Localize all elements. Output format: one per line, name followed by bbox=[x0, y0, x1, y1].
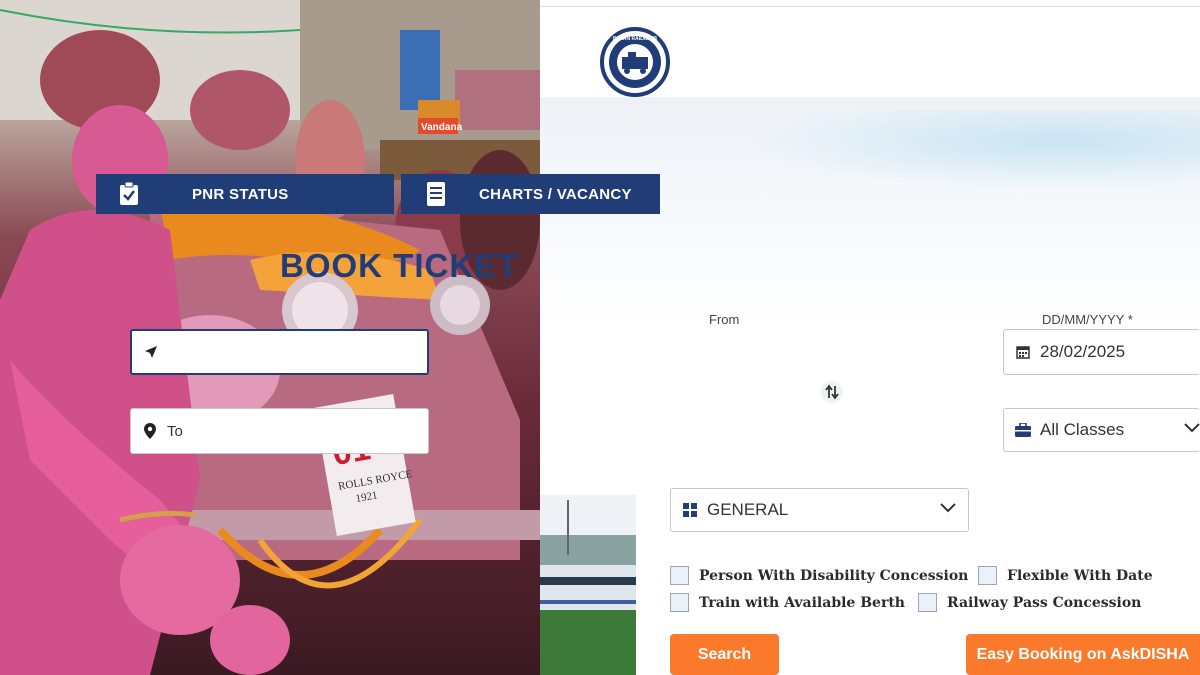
checkbox-label: Train with Available Berth bbox=[699, 594, 905, 611]
swap-stations-button[interactable] bbox=[821, 381, 843, 403]
checkbox-flexible-date[interactable]: Flexible With Date bbox=[978, 566, 1153, 585]
from-station-input[interactable] bbox=[130, 329, 429, 375]
checkbox-label: Railway Pass Concession bbox=[947, 594, 1142, 611]
to-placeholder: To bbox=[167, 422, 183, 440]
grid-icon bbox=[681, 501, 699, 519]
briefcase-icon bbox=[1014, 421, 1032, 439]
tab-charts-vacancy[interactable]: CHARTS / VACANCY bbox=[401, 174, 660, 214]
map-marker-icon bbox=[141, 422, 159, 440]
clipboard-check-icon bbox=[116, 181, 142, 207]
screenshot: 01 ROLLS ROYCE 1921 Vandana bbox=[0, 0, 1200, 675]
tab-pnr-label: PNR STATUS bbox=[192, 185, 289, 203]
checkbox-box[interactable] bbox=[918, 593, 937, 612]
shop-sign: Vandana bbox=[421, 122, 463, 133]
sky-background bbox=[740, 110, 1200, 190]
train-image bbox=[540, 495, 636, 675]
class-select[interactable]: All Classes bbox=[1003, 408, 1200, 452]
swap-icon bbox=[825, 384, 839, 400]
checkbox-box[interactable] bbox=[670, 593, 689, 612]
askdisha-button[interactable]: Easy Booking on AskDISHA bbox=[966, 634, 1200, 675]
tab-charts-label: CHARTS / VACANCY bbox=[479, 185, 632, 203]
location-arrow-icon bbox=[142, 343, 160, 361]
site-header: INDIAN RAILWAYS bbox=[540, 7, 1200, 97]
date-label: DD/MM/YYYY * bbox=[1042, 312, 1133, 327]
journey-date-input[interactable]: 28/02/2025 bbox=[1003, 329, 1200, 375]
from-label: From bbox=[709, 312, 740, 327]
checkbox-label: Person With Disability Concession bbox=[699, 567, 969, 584]
logo-text: INDIAN RAILWAYS bbox=[613, 36, 658, 42]
checkbox-box[interactable] bbox=[978, 566, 997, 585]
page-title: BOOK TICKET bbox=[280, 247, 519, 284]
chevron-down-icon bbox=[1184, 423, 1200, 433]
quota-select[interactable]: GENERAL bbox=[670, 488, 969, 532]
document-icon bbox=[423, 181, 449, 207]
checkbox-available-berth[interactable]: Train with Available Berth bbox=[670, 593, 905, 612]
checkbox-box[interactable] bbox=[670, 566, 689, 585]
quota-value: GENERAL bbox=[707, 500, 789, 519]
checkbox-railway-pass[interactable]: Railway Pass Concession bbox=[918, 593, 1141, 612]
to-station-input[interactable]: To bbox=[130, 408, 429, 454]
class-value: All Classes bbox=[1040, 420, 1125, 439]
calendar-icon bbox=[1014, 343, 1032, 361]
search-button[interactable]: Search bbox=[670, 634, 779, 675]
indian-railways-logo[interactable]: INDIAN RAILWAYS bbox=[600, 27, 670, 97]
checkbox-disability-concession[interactable]: Person With Disability Concession bbox=[670, 566, 968, 585]
chevron-down-icon bbox=[940, 503, 956, 513]
date-value: 28/02/2025 bbox=[1040, 342, 1126, 361]
tab-pnr-status[interactable]: PNR STATUS bbox=[96, 174, 394, 214]
checkbox-label: Flexible With Date bbox=[1007, 567, 1153, 584]
